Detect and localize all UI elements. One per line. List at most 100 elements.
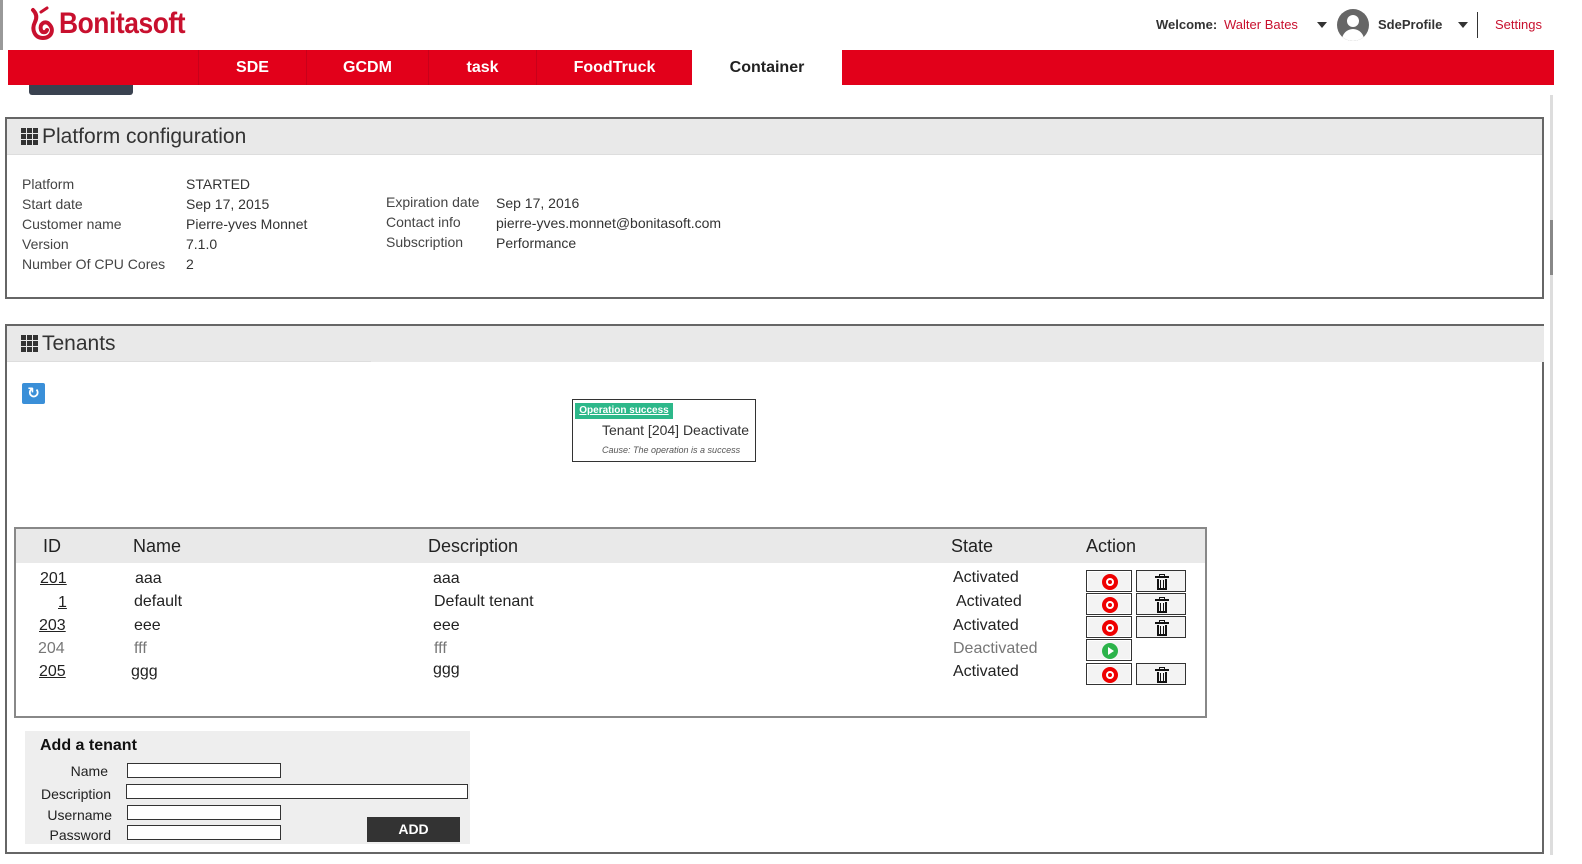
stop-icon	[1102, 620, 1118, 636]
add-tenant-form: Add a tenant Name Description Username P…	[25, 731, 470, 844]
subscription-value: Performance	[496, 235, 577, 251]
tenant-id-link[interactable]: 1	[58, 594, 67, 612]
tenant-id-link[interactable]: 205	[39, 663, 66, 681]
settings-link[interactable]: Settings	[1495, 17, 1542, 32]
password-label: Password	[49, 827, 111, 843]
deactivate-button[interactable]	[1086, 663, 1132, 685]
start-date-label: Start date	[22, 196, 83, 212]
bonita-logo-icon	[31, 6, 54, 41]
operation-success-toast: Operation success Tenant [204] Deactivat…	[572, 399, 756, 462]
deactivate-button[interactable]	[1086, 616, 1132, 638]
delete-button[interactable]	[1136, 663, 1186, 685]
description-label: Description	[40, 786, 111, 802]
tenant-description: fff	[434, 640, 447, 657]
user-name-link[interactable]: Walter Bates	[1224, 17, 1298, 32]
refresh-button[interactable]: ↻	[22, 383, 45, 404]
tenant-description: aaa	[433, 570, 460, 587]
delete-button[interactable]	[1136, 616, 1186, 638]
stop-icon	[1102, 574, 1118, 590]
tenant-name: eee	[134, 617, 161, 634]
toast-tag[interactable]: Operation success	[575, 403, 673, 419]
toast-message: Tenant [204] Deactivate	[602, 422, 750, 438]
tenant-description: Default tenant	[434, 593, 534, 610]
cpu-cores-value: 2	[186, 256, 194, 272]
divider	[1477, 12, 1478, 38]
play-icon	[1102, 643, 1118, 659]
version-label: Version	[22, 236, 69, 252]
stop-icon	[1102, 597, 1118, 613]
trash-icon	[1155, 574, 1169, 590]
toast-cause: Cause: The operation is a success	[602, 445, 741, 455]
tenant-id-link[interactable]: 201	[40, 570, 67, 588]
username-label: Username	[47, 807, 112, 823]
column-header-state: State	[951, 536, 994, 556]
delete-button[interactable]	[1136, 570, 1186, 592]
refresh-icon: ↻	[27, 385, 40, 402]
username-field[interactable]	[127, 805, 281, 820]
tenants-table: ID Name Description State Action 201 aaa…	[14, 527, 1207, 718]
grid-icon	[21, 334, 39, 353]
customer-name-value: Pierre-yves Monnet	[186, 216, 308, 232]
tenant-name: ggg	[131, 663, 158, 680]
stop-icon	[1102, 667, 1118, 683]
contact-info-label: Contact info	[386, 214, 461, 230]
platform-label: Platform	[22, 176, 75, 192]
tenant-description: ggg	[433, 661, 460, 678]
tab-foodtruck[interactable]: FoodTruck	[536, 50, 692, 85]
bonitasoft-logo[interactable]: Bonitasoft	[27, 6, 202, 42]
collapsed-button[interactable]	[29, 85, 133, 95]
cpu-cores-label: Number Of CPU Cores	[22, 256, 166, 272]
brand-name: Bonitasoft	[59, 7, 186, 40]
description-field[interactable]	[126, 784, 468, 799]
panel-header: Platform configuration	[7, 119, 1542, 155]
deactivate-button[interactable]	[1086, 593, 1132, 615]
tab-container[interactable]: Container	[692, 50, 842, 85]
deactivate-button[interactable]	[1086, 570, 1132, 592]
start-date-value: Sep 17, 2015	[186, 196, 270, 212]
tab-sde[interactable]: SDE	[198, 50, 306, 85]
tenant-id-link[interactable]: 203	[39, 617, 66, 635]
expiration-date-value: Sep 17, 2016	[496, 195, 580, 211]
table-header: ID Name Description State Action	[16, 529, 1205, 563]
page: Bonitasoft Welcome: Walter Bates SdeProf…	[0, 0, 1582, 864]
main-nav: SDE GCDM task FoodTruck Container	[8, 50, 1554, 85]
column-header-action: Action	[1086, 536, 1137, 556]
column-header-name: Name	[133, 536, 182, 556]
contact-info-value: pierre-yves.monnet@bonitasoft.com	[496, 215, 722, 231]
tab-gcdm[interactable]: GCDM	[306, 50, 428, 85]
tenant-state: Activated	[953, 663, 1019, 680]
scrollbar-thumb[interactable]	[1550, 220, 1553, 275]
name-field[interactable]	[127, 763, 281, 778]
panel-title: Platform configuration	[42, 124, 247, 148]
tenant-name: aaa	[135, 570, 162, 587]
user-menu-chevron-down-icon[interactable]	[1317, 22, 1327, 28]
tenant-name: fff	[134, 640, 147, 657]
tenant-name: default	[134, 593, 183, 610]
add-button[interactable]: ADD	[367, 817, 460, 842]
scrollbar[interactable]	[1550, 95, 1553, 855]
form-title: Add a tenant	[40, 737, 137, 754]
delete-button[interactable]	[1136, 593, 1186, 615]
subscription-label: Subscription	[386, 234, 464, 250]
tenant-description: eee	[433, 617, 460, 634]
tenant-state: Activated	[953, 569, 1019, 586]
tenant-state: Activated	[956, 593, 1022, 610]
column-header-id: ID	[43, 536, 61, 556]
password-field[interactable]	[127, 825, 281, 840]
tenant-state: Activated	[953, 617, 1019, 634]
tenant-id: 204	[38, 640, 65, 657]
welcome-label: Welcome:	[1156, 17, 1218, 32]
activate-button[interactable]	[1086, 639, 1132, 661]
panel-header: Tenants	[7, 326, 371, 362]
panel-title: Tenants	[42, 331, 116, 355]
customer-name-label: Customer name	[22, 216, 122, 232]
top-header: Bonitasoft Welcome: Walter Bates SdeProf…	[0, 0, 1556, 50]
name-label: Name	[70, 763, 108, 779]
expiration-date-label: Expiration date	[386, 194, 480, 210]
tab-task[interactable]: task	[428, 50, 536, 85]
profile-name[interactable]: SdeProfile	[1378, 17, 1442, 32]
trash-icon	[1155, 667, 1169, 683]
profile-menu-chevron-down-icon[interactable]	[1458, 22, 1468, 28]
avatar[interactable]	[1337, 9, 1369, 41]
tenant-state: Deactivated	[953, 640, 1038, 657]
